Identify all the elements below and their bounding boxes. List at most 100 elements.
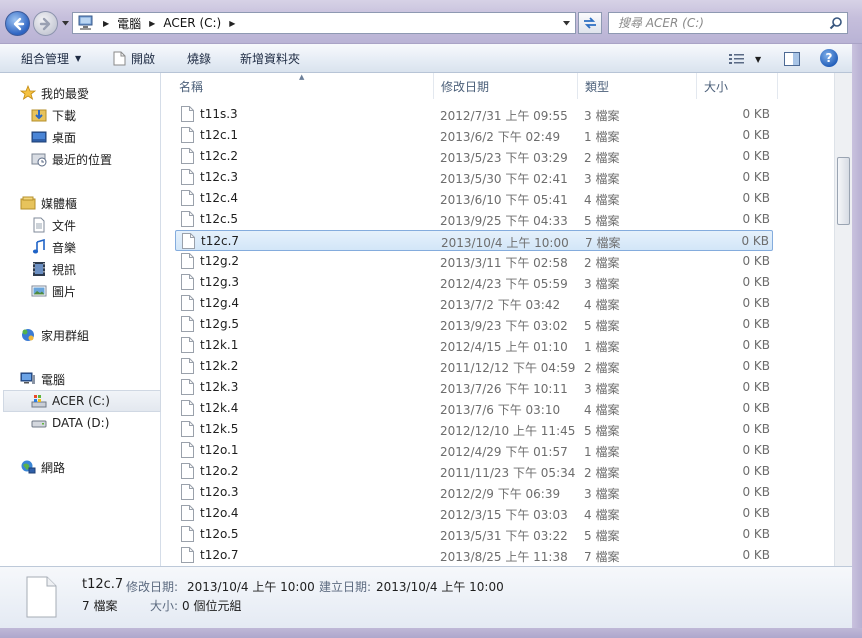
file-row[interactable]: t12k.4 2013/7/6 下午 03:10 4 檔案 0 KB — [175, 398, 773, 419]
file-name: t12c.2 — [200, 149, 239, 163]
file-name: t12k.4 — [200, 401, 239, 415]
nav-computer[interactable]: 電腦 — [20, 368, 178, 390]
file-row[interactable]: t12c.1 2013/6/2 下午 02:49 1 檔案 0 KB — [175, 125, 773, 146]
music-icon — [31, 239, 47, 255]
details-created-value: 2013/10/4 上午 10:00 — [376, 580, 504, 594]
file-type: 5 檔案 — [584, 424, 620, 438]
breadcrumb-computer[interactable]: 電腦 — [117, 15, 141, 32]
hard-drive-icon — [31, 415, 47, 431]
file-row[interactable]: t12k.5 2012/12/10 上午 11:45 5 檔案 0 KB — [175, 419, 773, 440]
help-button[interactable]: ? — [820, 49, 838, 67]
column-header-name[interactable]: 名稱 — [161, 73, 434, 99]
file-size: 0 KB — [742, 149, 770, 163]
file-size: 0 KB — [741, 234, 769, 248]
details-size-label: 大小: — [150, 599, 179, 613]
breadcrumb-separator-icon[interactable]: ▶ — [103, 19, 109, 28]
file-name: t12k.5 — [200, 422, 239, 436]
file-row[interactable]: t12c.4 2013/6/10 下午 05:41 4 檔案 0 KB — [175, 188, 773, 209]
chevron-down-icon[interactable]: ▼ — [755, 55, 761, 64]
forward-button[interactable] — [33, 11, 58, 36]
nav-recent-places-label: 最近的位置 — [52, 152, 113, 167]
new-folder-button[interactable]: 新增資料夾 — [240, 50, 300, 67]
breadcrumb-drive-c[interactable]: ACER (C:) — [163, 16, 221, 30]
file-row[interactable]: t12o.4 2012/3/15 下午 03:03 4 檔案 0 KB — [175, 503, 773, 524]
nav-computer-label: 電腦 — [41, 372, 66, 387]
column-header-type[interactable]: 類型 — [578, 73, 697, 99]
breadcrumb-separator-icon[interactable]: ▶ — [149, 19, 155, 28]
change-view-button[interactable]: ▼ — [729, 50, 761, 68]
breadcrumb-separator-icon[interactable]: ▶ — [229, 19, 235, 28]
file-row[interactable]: t12c.5 2013/9/25 下午 04:33 5 檔案 0 KB — [175, 209, 773, 230]
column-header-size[interactable]: 大小 — [697, 73, 778, 99]
file-name: t12c.5 — [200, 212, 239, 226]
file-name: t12o.1 — [200, 443, 239, 457]
address-bar[interactable]: ▶ 電腦 ▶ ACER (C:) ▶ — [72, 12, 576, 34]
computer-icon — [78, 15, 93, 30]
details-file-type: 7 檔案 — [82, 599, 118, 613]
file-icon — [181, 190, 194, 206]
file-row[interactable]: t12c.7 2013/10/4 上午 10:00 7 檔案 0 KB — [175, 230, 773, 251]
nav-downloads-label: 下載 — [52, 108, 77, 123]
file-date: 2012/4/29 下午 01:57 — [440, 445, 568, 459]
preview-pane-icon — [784, 52, 800, 66]
file-type: 5 檔案 — [584, 214, 620, 228]
file-date: 2012/3/15 下午 03:03 — [440, 508, 568, 522]
file-size: 0 KB — [742, 422, 770, 436]
preview-pane-button[interactable] — [784, 50, 800, 68]
scrollbar-thumb[interactable] — [837, 157, 850, 225]
nav-homegroup[interactable]: 家用群組 — [20, 324, 178, 346]
file-size: 0 KB — [742, 506, 770, 520]
desktop-icon — [31, 129, 47, 145]
file-icon — [181, 148, 194, 164]
file-row[interactable]: t12k.1 2012/4/15 上午 01:10 1 檔案 0 KB — [175, 335, 773, 356]
file-row[interactable]: t12c.3 2013/5/30 下午 02:41 3 檔案 0 KB — [175, 167, 773, 188]
file-icon — [181, 442, 194, 458]
burn-label: 燒錄 — [187, 52, 212, 66]
file-name: t12o.2 — [200, 464, 239, 478]
vertical-scrollbar[interactable] — [834, 73, 852, 566]
file-row[interactable]: t12g.3 2012/4/23 下午 05:59 3 檔案 0 KB — [175, 272, 773, 293]
file-row[interactable]: t12k.2 2011/12/12 下午 04:59 2 檔案 0 KB — [175, 356, 773, 377]
file-icon — [181, 358, 194, 374]
burn-button[interactable]: 燒錄 — [187, 50, 211, 67]
file-type: 7 檔案 — [584, 550, 620, 564]
back-button[interactable] — [5, 11, 30, 36]
file-row[interactable]: t12o.2 2011/11/23 下午 05:34 2 檔案 0 KB — [175, 461, 773, 482]
file-icon — [181, 421, 194, 437]
file-icon — [181, 547, 194, 563]
file-row[interactable]: t12o.5 2013/5/31 下午 03:22 5 檔案 0 KB — [175, 524, 773, 545]
nav-drive-c[interactable]: ACER (C:) — [3, 390, 161, 412]
recent-pages-dropdown[interactable] — [60, 18, 70, 28]
file-row[interactable]: t12o.1 2012/4/29 下午 01:57 1 檔案 0 KB — [175, 440, 773, 461]
file-row[interactable]: t12o.7 2013/8/25 上午 11:38 7 檔案 0 KB — [175, 545, 773, 566]
organize-button[interactable]: 組合管理 ▼ — [21, 50, 81, 67]
nav-network[interactable]: 網路 — [20, 456, 178, 478]
address-history-dropdown[interactable] — [561, 17, 571, 29]
open-button[interactable]: 開啟 — [113, 50, 155, 67]
file-type: 4 檔案 — [584, 508, 620, 522]
file-row[interactable]: t12c.2 2013/5/23 下午 03:29 2 檔案 0 KB — [175, 146, 773, 167]
column-header-date[interactable]: 修改日期 — [434, 73, 578, 99]
nav-libraries[interactable]: 媒體櫃 — [20, 192, 178, 214]
download-folder-icon — [31, 107, 47, 123]
file-row[interactable]: t12g.4 2013/7/2 下午 03:42 4 檔案 0 KB — [175, 293, 773, 314]
file-size: 0 KB — [742, 212, 770, 226]
file-row[interactable]: t11s.3 2012/7/31 上午 09:55 3 檔案 0 KB — [175, 104, 773, 125]
new-folder-label: 新增資料夾 — [240, 52, 301, 66]
search-icon[interactable] — [829, 16, 843, 30]
file-name: t11s.3 — [200, 107, 238, 121]
file-row[interactable]: t12g.5 2013/9/23 下午 03:02 5 檔案 0 KB — [175, 314, 773, 335]
file-icon — [181, 526, 194, 542]
file-row[interactable]: t12g.2 2013/3/11 下午 02:58 2 檔案 0 KB — [175, 251, 773, 272]
file-icon — [181, 127, 194, 143]
search-input[interactable] — [618, 16, 818, 30]
search-box[interactable] — [608, 12, 848, 34]
refresh-button[interactable] — [578, 12, 602, 34]
nav-favorites[interactable]: 我的最愛 — [20, 82, 178, 104]
file-row[interactable]: t12o.3 2012/2/9 下午 06:39 3 檔案 0 KB — [175, 482, 773, 503]
file-date: 2013/7/26 下午 10:11 — [440, 382, 568, 396]
file-name: t12k.3 — [200, 380, 239, 394]
file-icon — [26, 576, 57, 618]
file-date: 2013/10/4 上午 10:00 — [441, 236, 569, 250]
file-row[interactable]: t12k.3 2013/7/26 下午 10:11 3 檔案 0 KB — [175, 377, 773, 398]
